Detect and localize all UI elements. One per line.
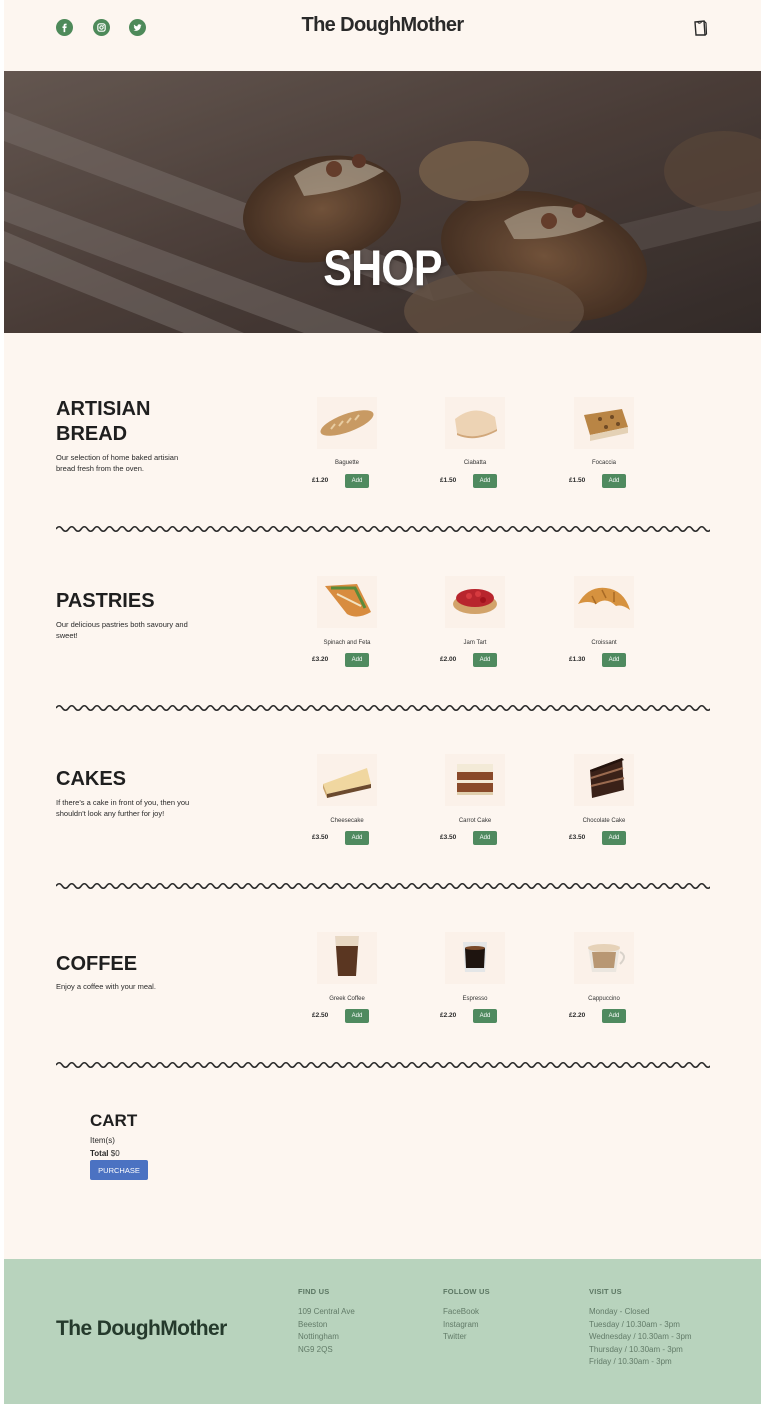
product-image-jam-tart (445, 576, 505, 628)
product-image-focaccia (574, 397, 634, 449)
add-to-cart-button[interactable]: Add (345, 653, 369, 667)
wavy-divider (56, 525, 710, 533)
product-image-carrot-cake (445, 754, 505, 806)
product-image-chocolate-cake (574, 754, 634, 806)
footer-heading: VISIT US (589, 1287, 622, 1296)
product-name: Baguette (334, 460, 360, 466)
product-image-cheesecake (317, 754, 377, 806)
product-name: Croissant (591, 640, 617, 646)
product-price: £3.50 (440, 834, 457, 841)
product-price: £2.00 (440, 656, 457, 663)
add-to-cart-button[interactable]: Add (602, 831, 626, 845)
product-price: £3.50 (312, 834, 329, 841)
add-to-cart-button[interactable]: Add (473, 653, 497, 667)
opening-hours-line: Tuesday / 10.30am - 3pm (589, 1319, 680, 1329)
product-name: Chocolate Cake (582, 818, 626, 824)
product-name: Jam Tart (463, 640, 487, 646)
section-title: PASTRIES (56, 590, 155, 612)
product-name: Spinach and Feta (323, 640, 371, 646)
product-price: £3.50 (569, 834, 586, 841)
product-name: Ciabatta (463, 460, 487, 466)
section-description: Our delicious pastries both savoury and … (56, 620, 188, 640)
product-name: Cheesecake (330, 818, 364, 824)
wavy-divider (56, 1061, 710, 1069)
section-title: ARTISIAN BREAD (56, 398, 151, 445)
product-image-baguette (317, 397, 377, 449)
product-image-greek-coffee (317, 932, 377, 984)
product-name: Greek Coffee (329, 996, 365, 1002)
product-price: £1.30 (569, 656, 586, 663)
address-line: NG9 2QS (298, 1344, 333, 1354)
footer-heading: FIND US (298, 1287, 330, 1296)
product-price: £3.20 (312, 656, 329, 663)
cart-item-count: Item(s) (90, 1136, 115, 1145)
address-line: 109 Central Ave (298, 1307, 355, 1316)
add-to-cart-button[interactable]: Add (602, 653, 626, 667)
add-to-cart-button[interactable]: Add (602, 1009, 626, 1023)
address-line: Beeston (298, 1319, 328, 1329)
cart-total: Total $0 (90, 1149, 120, 1158)
hero-title: SHOP (323, 240, 442, 296)
opening-hours-line: Monday - Closed (589, 1307, 650, 1316)
footer-follow-us: FOLLOW US FaceBook Instagram Twitter (443, 1287, 490, 1344)
add-to-cart-button[interactable]: Add (345, 1009, 369, 1023)
product-image-cappuccino (574, 932, 634, 984)
product-price: £2.50 (312, 1012, 329, 1019)
footer-brand-logo[interactable]: The DoughMother (56, 1317, 227, 1341)
social-link-twitter[interactable]: Twitter (443, 1331, 490, 1344)
social-link-facebook[interactable]: FaceBook (443, 1306, 490, 1319)
opening-hours-line: Friday / 10.30am - 3pm (589, 1357, 672, 1367)
product-image-espresso (445, 932, 505, 984)
brand-logo[interactable]: The DoughMother (4, 14, 761, 37)
address-line: Nottingham (298, 1332, 339, 1342)
add-to-cart-button[interactable]: Add (345, 831, 369, 845)
cart-total-label: Total (90, 1149, 109, 1158)
footer-visit-us: VISIT US Monday - Closed Tuesday / 10.30… (589, 1287, 692, 1369)
opening-hours-line: Wednesday / 10.30am - 3pm (589, 1332, 692, 1342)
product-name: Focaccia (591, 460, 616, 466)
add-to-cart-button[interactable]: Add (345, 474, 369, 488)
product-name: Cappuccino (588, 996, 620, 1002)
product-name: Espresso (462, 996, 488, 1002)
cart-title: CART (90, 1111, 138, 1130)
add-to-cart-button[interactable]: Add (473, 474, 497, 488)
product-name: Carrot Cake (458, 818, 492, 824)
wavy-divider (56, 704, 710, 712)
social-link-instagram[interactable]: Instagram (443, 1319, 490, 1332)
footer-find-us: FIND US 109 Central Ave Beeston Nottingh… (298, 1287, 355, 1356)
wavy-divider (56, 882, 710, 890)
purchase-button[interactable]: PURCHASE (90, 1160, 148, 1180)
page: The DoughMother SHOP ARTISIAN BREAD Our … (4, 0, 761, 1404)
product-price: £1.20 (312, 477, 329, 484)
product-image-croissant (574, 576, 634, 628)
add-to-cart-button[interactable]: Add (473, 831, 497, 845)
hero-banner: SHOP (4, 71, 761, 333)
section-description: If there's a cake in front of you, then … (56, 798, 190, 818)
section-description: Enjoy a coffee with your meal. (56, 982, 156, 991)
product-price: £1.50 (569, 477, 586, 484)
section-description: Our selection of home baked artisian bre… (56, 453, 179, 473)
add-to-cart-button[interactable]: Add (473, 1009, 497, 1023)
product-price: £2.20 (440, 1012, 457, 1019)
product-price: £1.50 (440, 477, 457, 484)
footer-heading: FOLLOW US (443, 1287, 490, 1296)
site-footer: The DoughMother FIND US 109 Central Ave … (4, 1259, 761, 1404)
opening-hours-line: Thursday / 10.30am - 3pm (589, 1344, 683, 1354)
section-title: COFFEE (56, 953, 138, 975)
add-to-cart-button[interactable]: Add (602, 474, 626, 488)
product-image-spinach-and-feta (317, 576, 377, 628)
product-price: £2.20 (569, 1012, 586, 1019)
cart-total-value: $0 (110, 1149, 120, 1158)
product-image-ciabatta (445, 397, 505, 449)
site-header: The DoughMother (4, 0, 761, 71)
section-title: CAKES (56, 768, 127, 790)
shopping-bag-icon[interactable] (692, 19, 708, 37)
